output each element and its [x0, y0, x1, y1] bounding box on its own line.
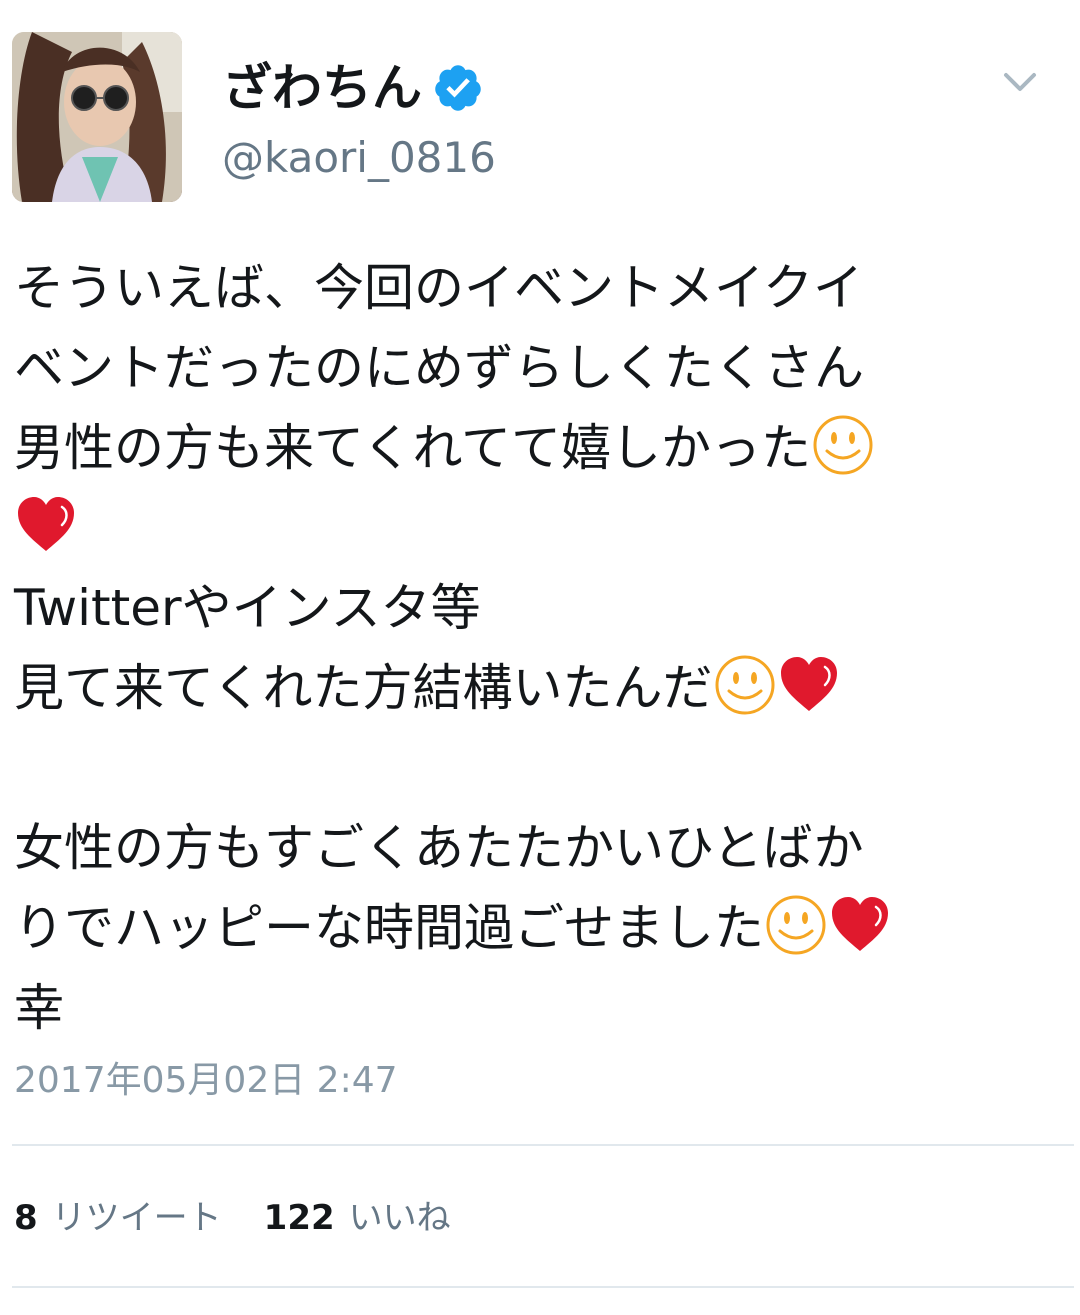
like-count[interactable]: 122 — [264, 1190, 335, 1246]
divider — [12, 1286, 1074, 1288]
tweet-line: そういえば、今回のイベントメイクイ — [14, 259, 863, 317]
tweet-line-text: りでハッピーな時間過ごせました — [14, 899, 764, 957]
tweet-timestamp[interactable]: 2017年05月02日 2:47 — [14, 1056, 398, 1106]
tweet-line — [14, 488, 1074, 568]
user-handle[interactable]: @kaori_0816 — [222, 130, 496, 186]
avatar[interactable] — [12, 32, 182, 202]
tweet-line: 男性の方も来てくれてて嬉しかった — [14, 408, 1074, 488]
retweet-count[interactable]: 8 — [14, 1190, 38, 1246]
red-heart-icon — [18, 497, 74, 551]
red-heart-icon — [832, 897, 888, 951]
tweet-line-text: 男性の方も来てくれてて嬉しかった — [14, 419, 811, 477]
tweet-line — [14, 728, 1074, 808]
red-heart-icon — [780, 657, 837, 711]
tweet-line: 女性の方もすごくあたたかいひとばか — [14, 819, 864, 877]
chevron-down-icon[interactable] — [1000, 62, 1040, 102]
tweet-line: 見て来てくれた方結構いたんだ — [14, 648, 1074, 728]
verified-badge-icon — [435, 65, 481, 111]
smiley-face-icon — [813, 415, 873, 475]
divider — [12, 1144, 1074, 1146]
tweet-line: ベントだったのにめずらしくたくさん — [14, 339, 864, 397]
retweet-label[interactable]: リツイート — [52, 1190, 222, 1246]
tweet-line: りでハッピーな時間過ごせました — [14, 888, 1074, 968]
display-name-text: ざわちん — [222, 59, 422, 117]
tweet-text: そういえば、今回のイベントメイクイ ベントだったのにめずらしくたくさん 男性の方… — [14, 248, 1074, 1048]
like-label[interactable]: いいね — [349, 1190, 451, 1246]
tweet-line-text: 見て来てくれた方結構いたんだ — [14, 659, 713, 717]
tweet-line: 幸 — [14, 979, 64, 1037]
smiley-face-icon — [766, 895, 826, 955]
smiley-face-icon — [715, 655, 774, 715]
tweet-line: Twitterやインスタ等 — [14, 579, 481, 637]
display-name[interactable]: ざわちん — [222, 48, 484, 128]
tweet-stats: 8 リツイート 122 いいね — [14, 1190, 493, 1246]
